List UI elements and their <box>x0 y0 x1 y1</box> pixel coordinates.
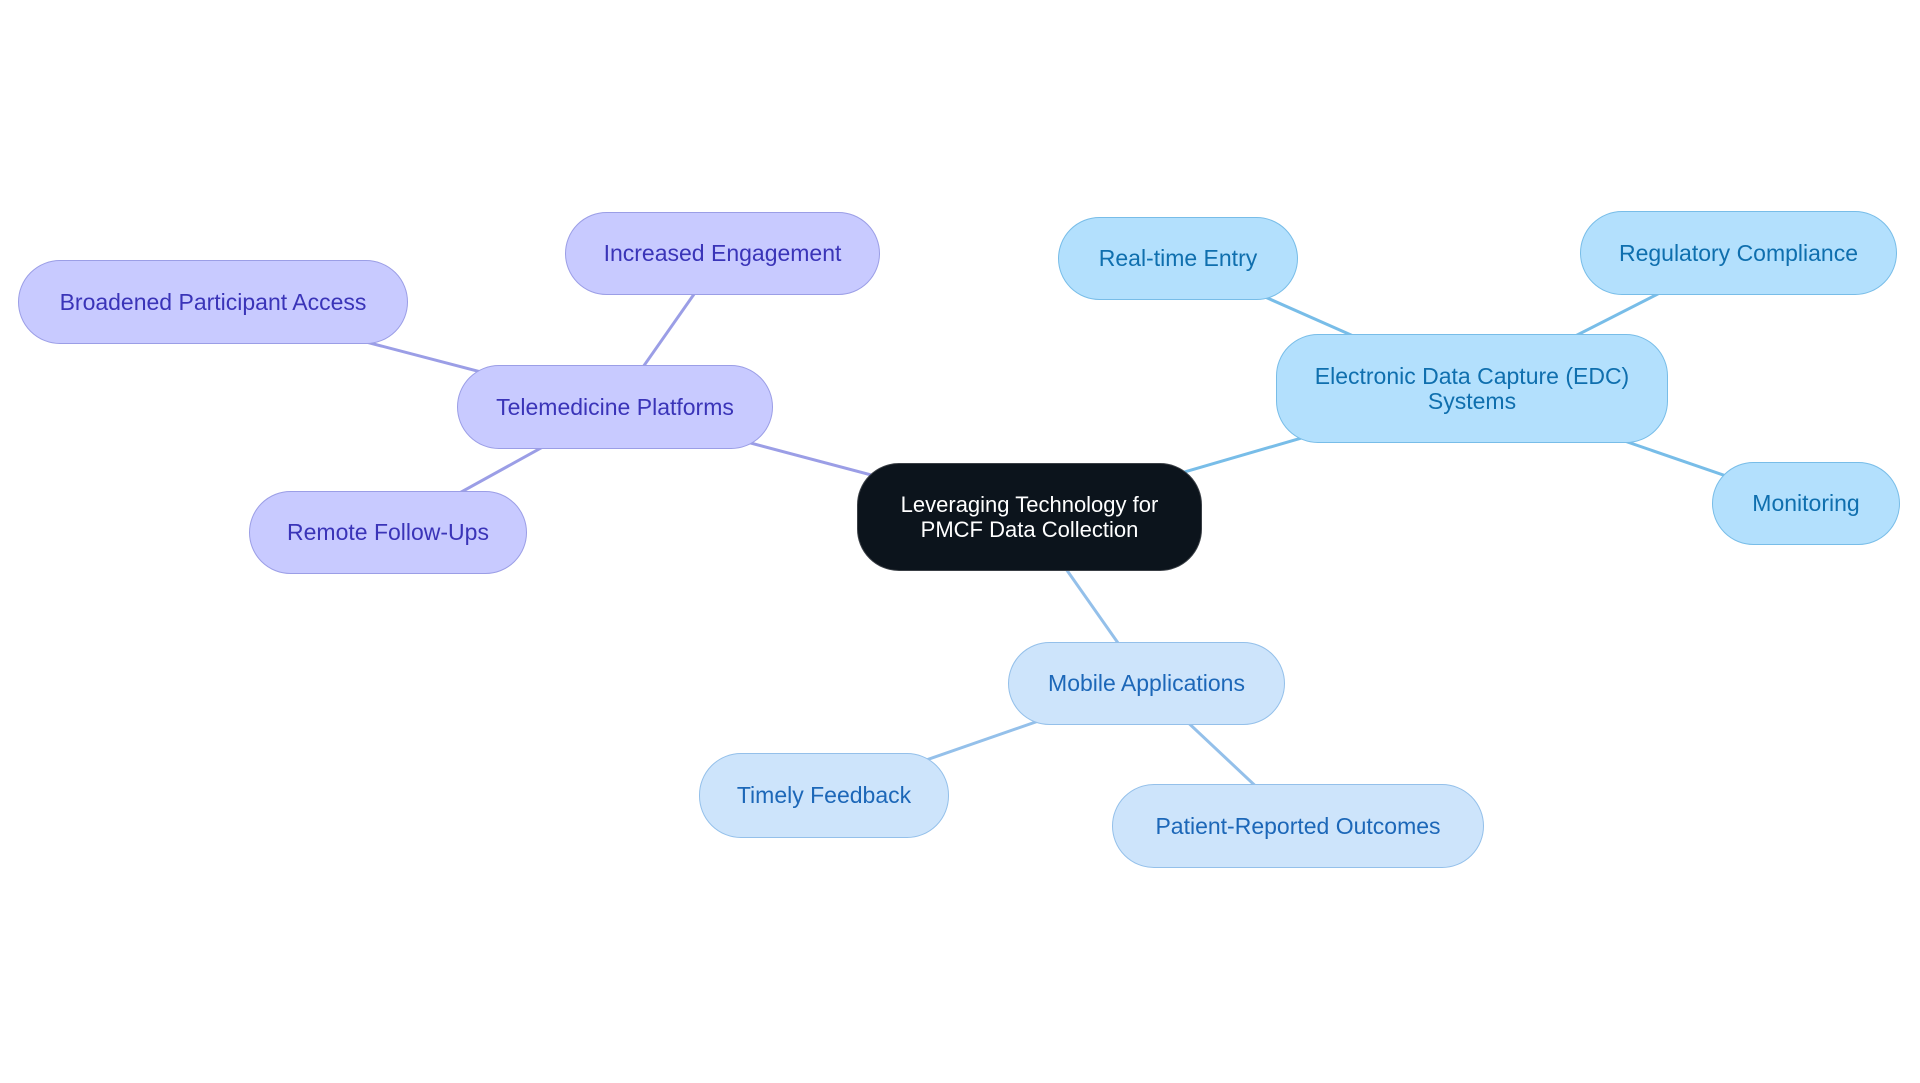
leaf-monitoring[interactable]: Monitoring <box>1712 462 1900 545</box>
branch-edc-systems[interactable]: Electronic Data Capture (EDC) Systems <box>1276 334 1668 443</box>
branch-telemedicine-platforms[interactable]: Telemedicine Platforms <box>457 365 773 449</box>
leaf-timely-feedback[interactable]: Timely Feedback <box>699 753 949 838</box>
leaf-increased-engagement[interactable]: Increased Engagement <box>565 212 880 295</box>
leaf-patient-reported-outcomes[interactable]: Patient-Reported Outcomes <box>1112 784 1484 868</box>
root-node[interactable]: Leveraging Technology for PMCF Data Coll… <box>857 463 1202 571</box>
leaf-real-time-entry[interactable]: Real-time Entry <box>1058 217 1298 300</box>
leaf-remote-follow-ups[interactable]: Remote Follow-Ups <box>249 491 527 574</box>
leaf-regulatory-compliance[interactable]: Regulatory Compliance <box>1580 211 1897 295</box>
branch-mobile-applications[interactable]: Mobile Applications <box>1008 642 1285 725</box>
leaf-broadened-participant-access[interactable]: Broadened Participant Access <box>18 260 408 344</box>
